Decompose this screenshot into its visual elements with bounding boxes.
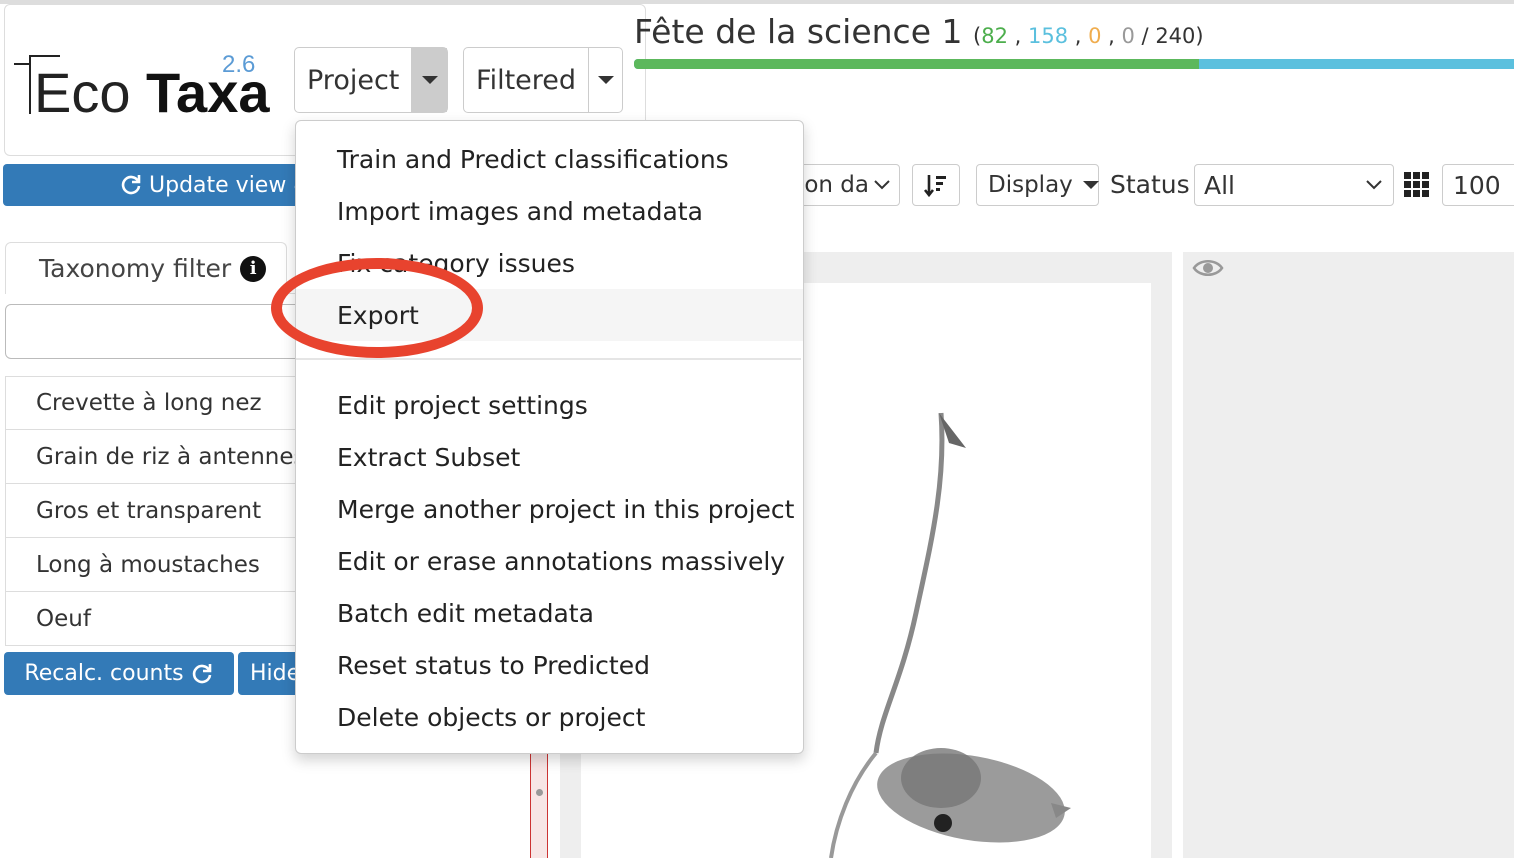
hide-label: Hide bbox=[250, 661, 301, 686]
filtered-toggle[interactable] bbox=[588, 48, 622, 112]
caret-down-icon bbox=[1082, 181, 1099, 189]
display-label: Display bbox=[988, 172, 1073, 198]
project-counts: (82 , 158 , 0 , 0 / 240) bbox=[973, 24, 1204, 48]
status-label: Status bbox=[1110, 170, 1190, 199]
taxon-label: Long à moustaches bbox=[36, 551, 260, 578]
ecotaxa-logo[interactable]: Eco Taxa 2.6 bbox=[12, 48, 277, 118]
logo-version: 2.6 bbox=[222, 51, 255, 78]
filtered-button[interactable]: Filtered bbox=[463, 47, 623, 113]
menu-item-extract-subset[interactable]: Extract Subset bbox=[296, 431, 803, 483]
recalc-counts-button[interactable]: Recalc. counts bbox=[4, 652, 234, 695]
status-value: All bbox=[1204, 170, 1235, 200]
eye-icon[interactable] bbox=[1192, 257, 1224, 279]
project-menu-toggle[interactable] bbox=[411, 48, 447, 112]
detail-side-panel bbox=[1183, 252, 1514, 858]
menu-item-reset-status[interactable]: Reset status to Predicted bbox=[296, 639, 803, 691]
taxon-label: Oeuf bbox=[36, 605, 91, 632]
logo-text-eco: Eco bbox=[34, 61, 131, 118]
taxonomy-search-input[interactable] bbox=[5, 304, 315, 359]
page-size-value: 100 bbox=[1453, 170, 1501, 200]
display-button[interactable]: Display bbox=[976, 164, 1099, 206]
page-size-input[interactable]: 100 bbox=[1442, 164, 1514, 206]
taxon-list-item[interactable]: Grain de riz à antennes bbox=[5, 430, 315, 484]
menu-item-label: Delete objects or project bbox=[337, 702, 646, 732]
taxon-list-item[interactable]: Gros et transparent bbox=[5, 484, 315, 538]
info-icon[interactable]: i bbox=[240, 255, 267, 282]
project-dropdown-menu: Train and Predict classifications Import… bbox=[295, 120, 804, 754]
highlight-annotation-circle bbox=[271, 258, 483, 358]
menu-divider bbox=[296, 358, 801, 360]
menu-item-import[interactable]: Import images and metadata bbox=[296, 185, 803, 237]
filtered-label: Filtered bbox=[476, 64, 577, 96]
refresh-icon bbox=[121, 175, 141, 195]
classification-progress-bar bbox=[634, 59, 1514, 69]
update-view-button[interactable]: Update view & bbox=[3, 164, 323, 206]
status-select[interactable]: All bbox=[1194, 164, 1394, 206]
menu-item-label: Edit project settings bbox=[337, 390, 588, 420]
menu-item-label: Reset status to Predicted bbox=[337, 650, 650, 680]
menu-item-delete[interactable]: Delete objects or project bbox=[296, 691, 803, 743]
tab-taxonomy-filter[interactable]: Taxonomy filter i bbox=[5, 242, 287, 294]
menu-item-label: Batch edit metadata bbox=[337, 598, 594, 628]
sort-field-value: on da bbox=[804, 172, 869, 198]
refresh-icon bbox=[192, 663, 211, 683]
sort-order-button[interactable] bbox=[912, 164, 960, 206]
taxon-label: Grain de riz à antennes bbox=[36, 443, 306, 470]
menu-item-label: Import images and metadata bbox=[337, 196, 703, 226]
validated-count: 82 bbox=[981, 24, 1008, 48]
progress-validated-fill bbox=[634, 59, 1199, 69]
predicted-count: 158 bbox=[1027, 24, 1069, 48]
project-name: Fête de la science 1 bbox=[634, 12, 963, 51]
taxon-list-item[interactable]: Crevette à long nez bbox=[5, 376, 315, 430]
chevron-down-icon bbox=[874, 180, 890, 190]
menu-item-label: Merge another project in this project bbox=[337, 494, 795, 524]
menu-item-merge[interactable]: Merge another project in this project bbox=[296, 483, 803, 535]
taxon-label: Gros et transparent bbox=[36, 497, 262, 524]
caret-down-icon bbox=[421, 76, 438, 84]
menu-item-label: Extract Subset bbox=[337, 442, 521, 472]
panel-splitter[interactable] bbox=[530, 740, 548, 858]
project-title: Fête de la science 1 (82 , 158 , 0 , 0 /… bbox=[634, 12, 1204, 51]
caret-down-icon bbox=[597, 76, 614, 84]
update-view-label: Update view & bbox=[149, 172, 311, 198]
taxon-list-item[interactable]: Oeuf bbox=[5, 592, 315, 646]
sort-descending-icon bbox=[923, 175, 946, 198]
grid-size-icon[interactable] bbox=[1404, 172, 1430, 198]
menu-item-train-predict[interactable]: Train and Predict classifications bbox=[296, 133, 803, 185]
recalc-counts-label: Recalc. counts bbox=[24, 661, 184, 686]
dubious-count: 0 bbox=[1088, 24, 1102, 48]
total-count: 240 bbox=[1155, 24, 1196, 48]
taxon-label: Crevette à long nez bbox=[36, 390, 262, 416]
project-menu-button[interactable]: Project bbox=[294, 47, 448, 113]
menu-item-label: Edit or erase annotations massively bbox=[337, 546, 786, 576]
menu-item-label: Train and Predict classifications bbox=[337, 144, 729, 174]
chevron-down-icon bbox=[1366, 180, 1382, 190]
menu-item-edit-settings[interactable]: Edit project settings bbox=[296, 379, 803, 431]
project-menu-label: Project bbox=[307, 64, 400, 96]
unclassified-count: 0 bbox=[1121, 24, 1135, 48]
splitter-handle[interactable] bbox=[536, 789, 543, 796]
taxon-list-item[interactable]: Long à moustaches bbox=[5, 538, 315, 592]
menu-item-batch-edit-metadata[interactable]: Batch edit metadata bbox=[296, 587, 803, 639]
taxonomy-tab-label: Taxonomy filter bbox=[39, 254, 232, 283]
menu-item-edit-annotations[interactable]: Edit or erase annotations massively bbox=[296, 535, 803, 587]
